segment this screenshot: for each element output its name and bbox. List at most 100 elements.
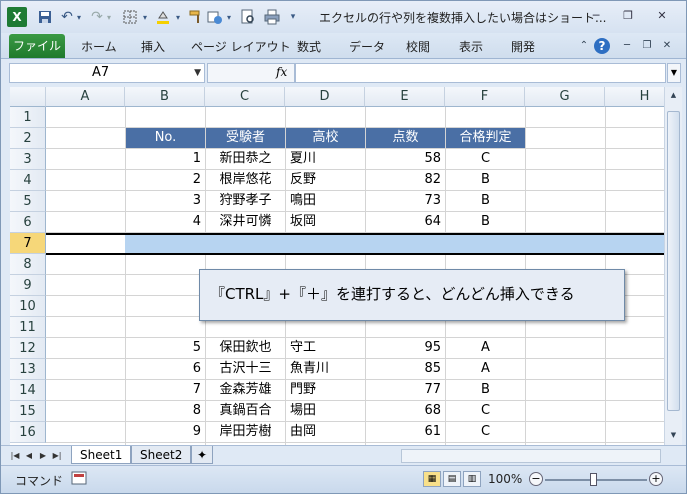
vertical-scrollbar[interactable]: ▲ ▼ [664,87,682,445]
table-header-no[interactable]: No. [126,128,205,148]
row-header-12[interactable]: 12 [10,338,46,359]
row-header-16[interactable]: 16 [10,422,46,443]
table-header-examinee[interactable]: 受験者 [206,128,285,148]
table-cell[interactable]: 7 [126,380,205,400]
table-cell[interactable]: 77 [366,380,445,400]
column-header-g[interactable]: G [525,87,605,107]
workbook-minimize-icon[interactable]: ─ [619,38,635,54]
print-icon[interactable] [263,7,281,27]
table-cell[interactable]: B [446,380,525,400]
column-header-a[interactable]: A [46,87,125,107]
table-cell[interactable]: 1 [126,149,205,169]
table-cell[interactable]: 狩野孝子 [206,191,285,211]
fill-color-dropdown-icon[interactable]: ▾ [174,7,182,27]
sheet-tab-1[interactable]: Sheet1 [71,446,132,464]
normal-view-icon[interactable]: ▦ [423,471,441,487]
zoom-out-button[interactable]: − [529,472,543,486]
table-cell[interactable]: 82 [366,170,445,190]
vertical-scroll-thumb[interactable] [667,111,680,411]
table-cell[interactable]: A [446,338,525,358]
table-cell[interactable]: 鳴田 [286,191,365,211]
table-cell[interactable]: 場田 [286,401,365,421]
table-cell[interactable]: 夏川 [286,149,365,169]
sheet-tab-2[interactable]: Sheet2 [131,446,192,464]
worksheet-grid[interactable]: A B C D E F G H 1 2 3 4 5 6 7 8 9 10 11 … [10,87,664,445]
row-header-1[interactable]: 1 [10,107,46,128]
table-cell[interactable]: 61 [366,422,445,442]
tab-insert[interactable]: 挿入 [141,38,165,55]
select-all-corner[interactable] [10,87,46,107]
close-button[interactable]: ✕ [649,7,675,25]
tab-data[interactable]: データ [349,38,385,55]
table-cell[interactable]: 73 [366,191,445,211]
table-cell[interactable]: 古沢十三 [206,359,285,379]
column-header-h[interactable]: H [605,87,664,107]
name-box[interactable]: A7 ▼ [9,63,205,83]
row-header-13[interactable]: 13 [10,359,46,380]
table-cell[interactable]: 反野 [286,170,365,190]
tab-page-layout[interactable]: ページ レイアウト [191,38,291,55]
row-header-15[interactable]: 15 [10,401,46,422]
sort-dropdown-icon[interactable]: ▾ [225,7,233,27]
column-header-b[interactable]: B [125,87,205,107]
page-layout-view-icon[interactable]: ▤ [443,471,461,487]
zoom-in-button[interactable]: + [649,472,663,486]
redo-icon[interactable]: ↷ [89,7,105,27]
borders-dropdown-icon[interactable]: ▾ [141,7,149,27]
table-cell[interactable]: 守工 [286,338,365,358]
last-sheet-icon[interactable]: ▶| [51,449,63,463]
prev-sheet-icon[interactable]: ◀ [23,449,35,463]
table-cell[interactable]: 8 [126,401,205,421]
row-header-2[interactable]: 2 [10,128,46,149]
tab-home[interactable]: ホーム [81,38,117,55]
scroll-down-icon[interactable]: ▼ [667,429,680,441]
column-header-f[interactable]: F [445,87,525,107]
table-cell[interactable]: B [446,170,525,190]
undo-icon[interactable]: ↶ [59,7,75,27]
table-cell[interactable]: 金森芳雄 [206,380,285,400]
row-header-3[interactable]: 3 [10,149,46,170]
table-cell[interactable]: B [446,212,525,232]
tab-formulas[interactable]: 数式 [297,38,321,55]
zoom-level[interactable]: 100% [488,472,522,486]
next-sheet-icon[interactable]: ▶ [37,449,49,463]
zoom-slider-knob[interactable] [590,473,597,486]
workbook-restore-icon[interactable]: ❐ [639,38,655,54]
insert-sheet-icon[interactable]: ✦ [191,446,214,464]
row-header-8[interactable]: 8 [10,254,46,275]
table-cell[interactable]: 68 [366,401,445,421]
table-cell[interactable]: C [446,422,525,442]
scroll-up-icon[interactable]: ▲ [667,89,680,101]
tab-developer[interactable]: 開発 [511,38,535,55]
workbook-close-icon[interactable]: ✕ [659,38,675,54]
column-header-c[interactable]: C [205,87,285,107]
table-cell[interactable]: 5 [126,338,205,358]
table-cell[interactable]: 9 [126,422,205,442]
tab-view[interactable]: 表示 [459,38,483,55]
table-cell[interactable]: 根岸悠花 [206,170,285,190]
excel-icon[interactable]: X [7,7,27,27]
table-cell[interactable]: 58 [366,149,445,169]
table-cell[interactable]: 真鍋百合 [206,401,285,421]
row-header-11[interactable]: 11 [10,317,46,338]
row-header-14[interactable]: 14 [10,380,46,401]
table-header-school[interactable]: 高校 [286,128,365,148]
table-cell[interactable]: 坂岡 [286,212,365,232]
table-cell[interactable]: 85 [366,359,445,379]
undo-dropdown-icon[interactable]: ▾ [75,7,83,27]
table-cell[interactable]: 95 [366,338,445,358]
row-header-4[interactable]: 4 [10,170,46,191]
table-cell[interactable]: 3 [126,191,205,211]
insert-function-button[interactable]: fx [276,65,287,79]
table-cell[interactable]: 新田恭之 [206,149,285,169]
print-preview-icon[interactable] [239,7,257,27]
format-painter-icon[interactable] [187,7,205,27]
table-cell[interactable]: 魚青川 [286,359,365,379]
fill-color-icon[interactable] [154,7,172,27]
table-cell[interactable]: 門野 [286,380,365,400]
tab-file[interactable]: ファイル [9,34,65,58]
table-cell[interactable]: 由岡 [286,422,365,442]
table-cell[interactable]: A [446,359,525,379]
minimize-button[interactable]: ─ [583,7,609,25]
table-cell[interactable]: C [446,149,525,169]
